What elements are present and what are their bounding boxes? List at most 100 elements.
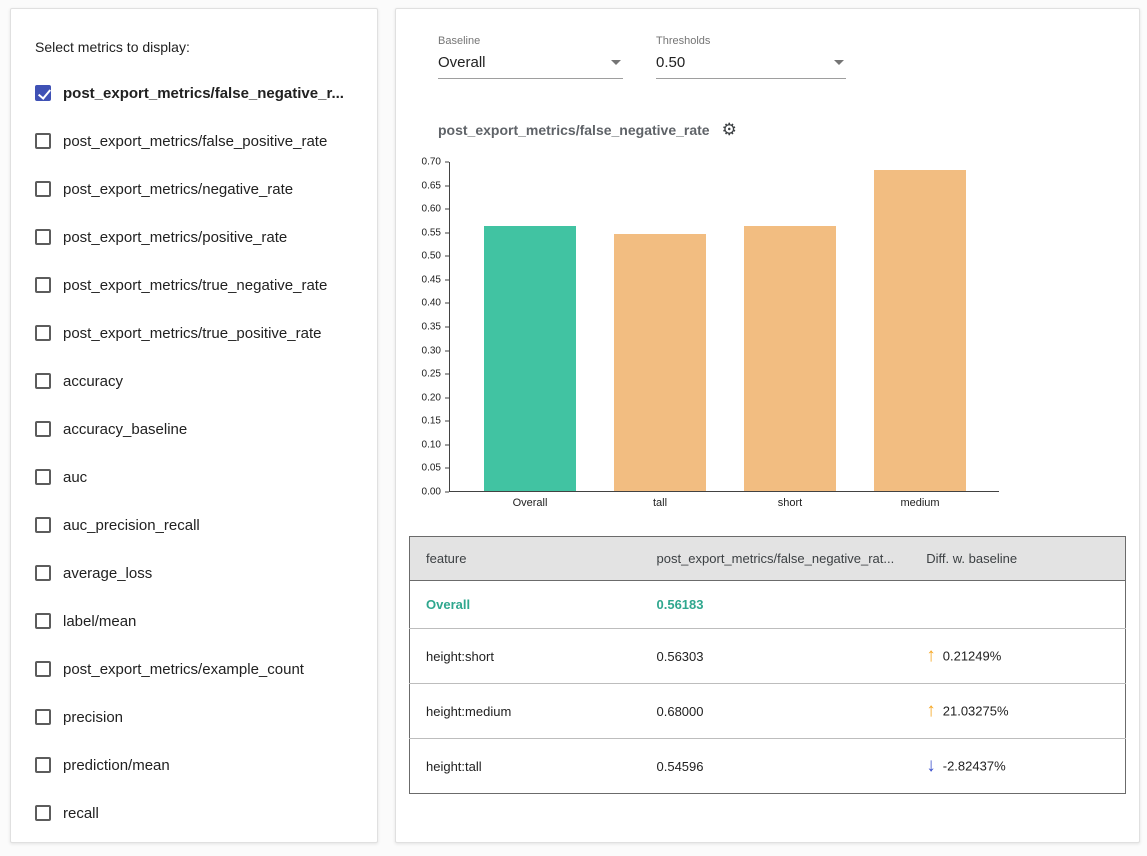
- metric-label: post_export_metrics/negative_rate: [63, 181, 293, 198]
- y-axis-tick: 0.05: [422, 463, 449, 474]
- metric-checkbox-item[interactable]: average_loss: [35, 549, 353, 597]
- checkbox-icon[interactable]: [35, 325, 51, 341]
- bar-short[interactable]: [744, 226, 836, 491]
- diff-cell: ↓ -2.82437%: [910, 739, 1125, 794]
- y-axis-tick-label: 0.40: [422, 298, 441, 309]
- y-axis-tick-label: 0.55: [422, 227, 441, 238]
- metric-label: post_export_metrics/true_positive_rate: [63, 325, 321, 342]
- header-diff: Diff. w. baseline: [910, 537, 1125, 581]
- y-axis-tick: 0.60: [422, 204, 449, 215]
- metric-label: label/mean: [63, 613, 136, 630]
- trend-up-icon: ↑: [926, 700, 936, 721]
- metric-checkbox-item[interactable]: accuracy_baseline: [35, 405, 353, 453]
- metric-checkbox-item[interactable]: post_export_metrics/positive_rate: [35, 213, 353, 261]
- diff-cell: [910, 581, 1125, 629]
- metric-checkbox-item[interactable]: auc_precision_recall: [35, 501, 353, 549]
- bar-slot: [595, 162, 725, 491]
- diff-value: -2.82437%: [943, 759, 1006, 774]
- checkbox-icon[interactable]: [35, 565, 51, 581]
- diff-cell: ↑21.03275%: [910, 684, 1125, 739]
- metric-checkbox-item[interactable]: recall: [35, 789, 353, 837]
- metric-checkbox-item[interactable]: prediction/mean: [35, 741, 353, 789]
- y-axis-tick: 0.65: [422, 180, 449, 191]
- dropdown-arrow-icon: [611, 60, 621, 65]
- checkbox-icon[interactable]: [35, 613, 51, 629]
- x-axis-label: medium: [855, 497, 985, 509]
- table-header-row: feature post_export_metrics/false_negati…: [410, 537, 1126, 581]
- bar-slot: [855, 162, 985, 491]
- table-row[interactable]: height:short 0.56303 ↑0.21249%: [410, 629, 1126, 684]
- bar-slot: [465, 162, 595, 491]
- thresholds-select[interactable]: 0.50: [656, 54, 846, 79]
- chart-title: post_export_metrics/false_negative_rate: [438, 122, 710, 138]
- metric-checkbox-item[interactable]: post_export_metrics/example_count: [35, 645, 353, 693]
- x-axis-label: Overall: [465, 497, 595, 509]
- y-axis-tick-label: 0.10: [422, 439, 441, 450]
- bar-medium[interactable]: [874, 170, 966, 491]
- dropdown-arrow-icon: [834, 60, 844, 65]
- y-axis-tick-label: 0.45: [422, 274, 441, 285]
- metric-checkbox-item[interactable]: post_export_metrics/false_negative_r...: [35, 69, 353, 117]
- x-axis-label: short: [725, 497, 855, 509]
- x-axis-label: tall: [595, 497, 725, 509]
- feature-cell: height:short: [410, 629, 641, 684]
- y-axis-tick: 0.15: [422, 416, 449, 427]
- settings-gear-icon[interactable]: ⚙: [722, 121, 737, 138]
- y-axis-tick-label: 0.60: [422, 204, 441, 215]
- metric-checkbox-item[interactable]: post_export_metrics/true_positive_rate: [35, 309, 353, 357]
- baseline-select[interactable]: Overall: [438, 54, 623, 79]
- controls-row: Baseline Overall Thresholds 0.50: [438, 35, 1126, 79]
- y-axis-tick: 0.00: [422, 487, 449, 498]
- feature-cell: height:medium: [410, 684, 641, 739]
- checkbox-icon[interactable]: [35, 517, 51, 533]
- metrics-list: post_export_metrics/false_negative_r... …: [35, 69, 353, 837]
- bar-Overall[interactable]: [484, 226, 576, 491]
- metric-checkbox-item[interactable]: auc: [35, 453, 353, 501]
- metric-checkbox-item[interactable]: post_export_metrics/negative_rate: [35, 165, 353, 213]
- checkbox-icon[interactable]: [35, 757, 51, 773]
- bar-tall[interactable]: [614, 234, 706, 491]
- checkbox-icon[interactable]: [35, 181, 51, 197]
- checkbox-icon[interactable]: [35, 709, 51, 725]
- bar-chart: 0.700.650.600.550.500.450.400.350.300.25…: [409, 162, 1126, 509]
- metric-label: auc: [63, 469, 87, 486]
- y-axis-tick-label: 0.05: [422, 463, 441, 474]
- metric-checkbox-item[interactable]: label/mean: [35, 597, 353, 645]
- plot: [449, 162, 999, 492]
- checkbox-icon[interactable]: [35, 229, 51, 245]
- metric-checkbox-item[interactable]: post_export_metrics/false_positive_rate: [35, 117, 353, 165]
- metric-label: accuracy_baseline: [63, 421, 187, 438]
- table-row[interactable]: height:tall 0.54596 ↓-2.82437%: [410, 739, 1126, 794]
- table-row[interactable]: Overall 0.56183: [410, 581, 1126, 629]
- thresholds-label: Thresholds: [656, 35, 846, 47]
- checkbox-icon[interactable]: [35, 85, 51, 101]
- y-axis-tick-label: 0.15: [422, 416, 441, 427]
- metrics-panel: Select metrics to display: post_export_m…: [10, 8, 378, 843]
- y-axis-tick-label: 0.50: [422, 251, 441, 262]
- diff-value: 0.21249%: [943, 649, 1002, 664]
- checkbox-icon[interactable]: [35, 133, 51, 149]
- y-axis-tick: 0.25: [422, 369, 449, 380]
- metric-checkbox-item[interactable]: accuracy: [35, 357, 353, 405]
- metric-label: average_loss: [63, 565, 152, 582]
- metric-value-cell: 0.56183: [641, 581, 911, 629]
- trend-down-icon: ↓: [926, 755, 936, 776]
- page: Select metrics to display: post_export_m…: [0, 0, 1147, 856]
- checkbox-icon[interactable]: [35, 421, 51, 437]
- plot-area: Overalltallshortmedium: [449, 162, 999, 509]
- y-axis: 0.700.650.600.550.500.450.400.350.300.25…: [409, 162, 449, 492]
- metric-value-cell: 0.56303: [641, 629, 911, 684]
- checkbox-icon[interactable]: [35, 469, 51, 485]
- metric-checkbox-item[interactable]: post_export_metrics/true_negative_rate: [35, 261, 353, 309]
- checkbox-icon[interactable]: [35, 805, 51, 821]
- metric-checkbox-item[interactable]: precision: [35, 693, 353, 741]
- checkbox-icon[interactable]: [35, 661, 51, 677]
- table-row[interactable]: height:medium 0.68000 ↑21.03275%: [410, 684, 1126, 739]
- metric-label: post_export_metrics/example_count: [63, 661, 304, 678]
- checkbox-icon[interactable]: [35, 373, 51, 389]
- metric-label: auc_precision_recall: [63, 517, 200, 534]
- metric-label: post_export_metrics/false_negative_r...: [63, 85, 344, 102]
- checkbox-icon[interactable]: [35, 277, 51, 293]
- baseline-select-block: Baseline Overall: [438, 35, 623, 79]
- y-axis-tick: 0.30: [422, 345, 449, 356]
